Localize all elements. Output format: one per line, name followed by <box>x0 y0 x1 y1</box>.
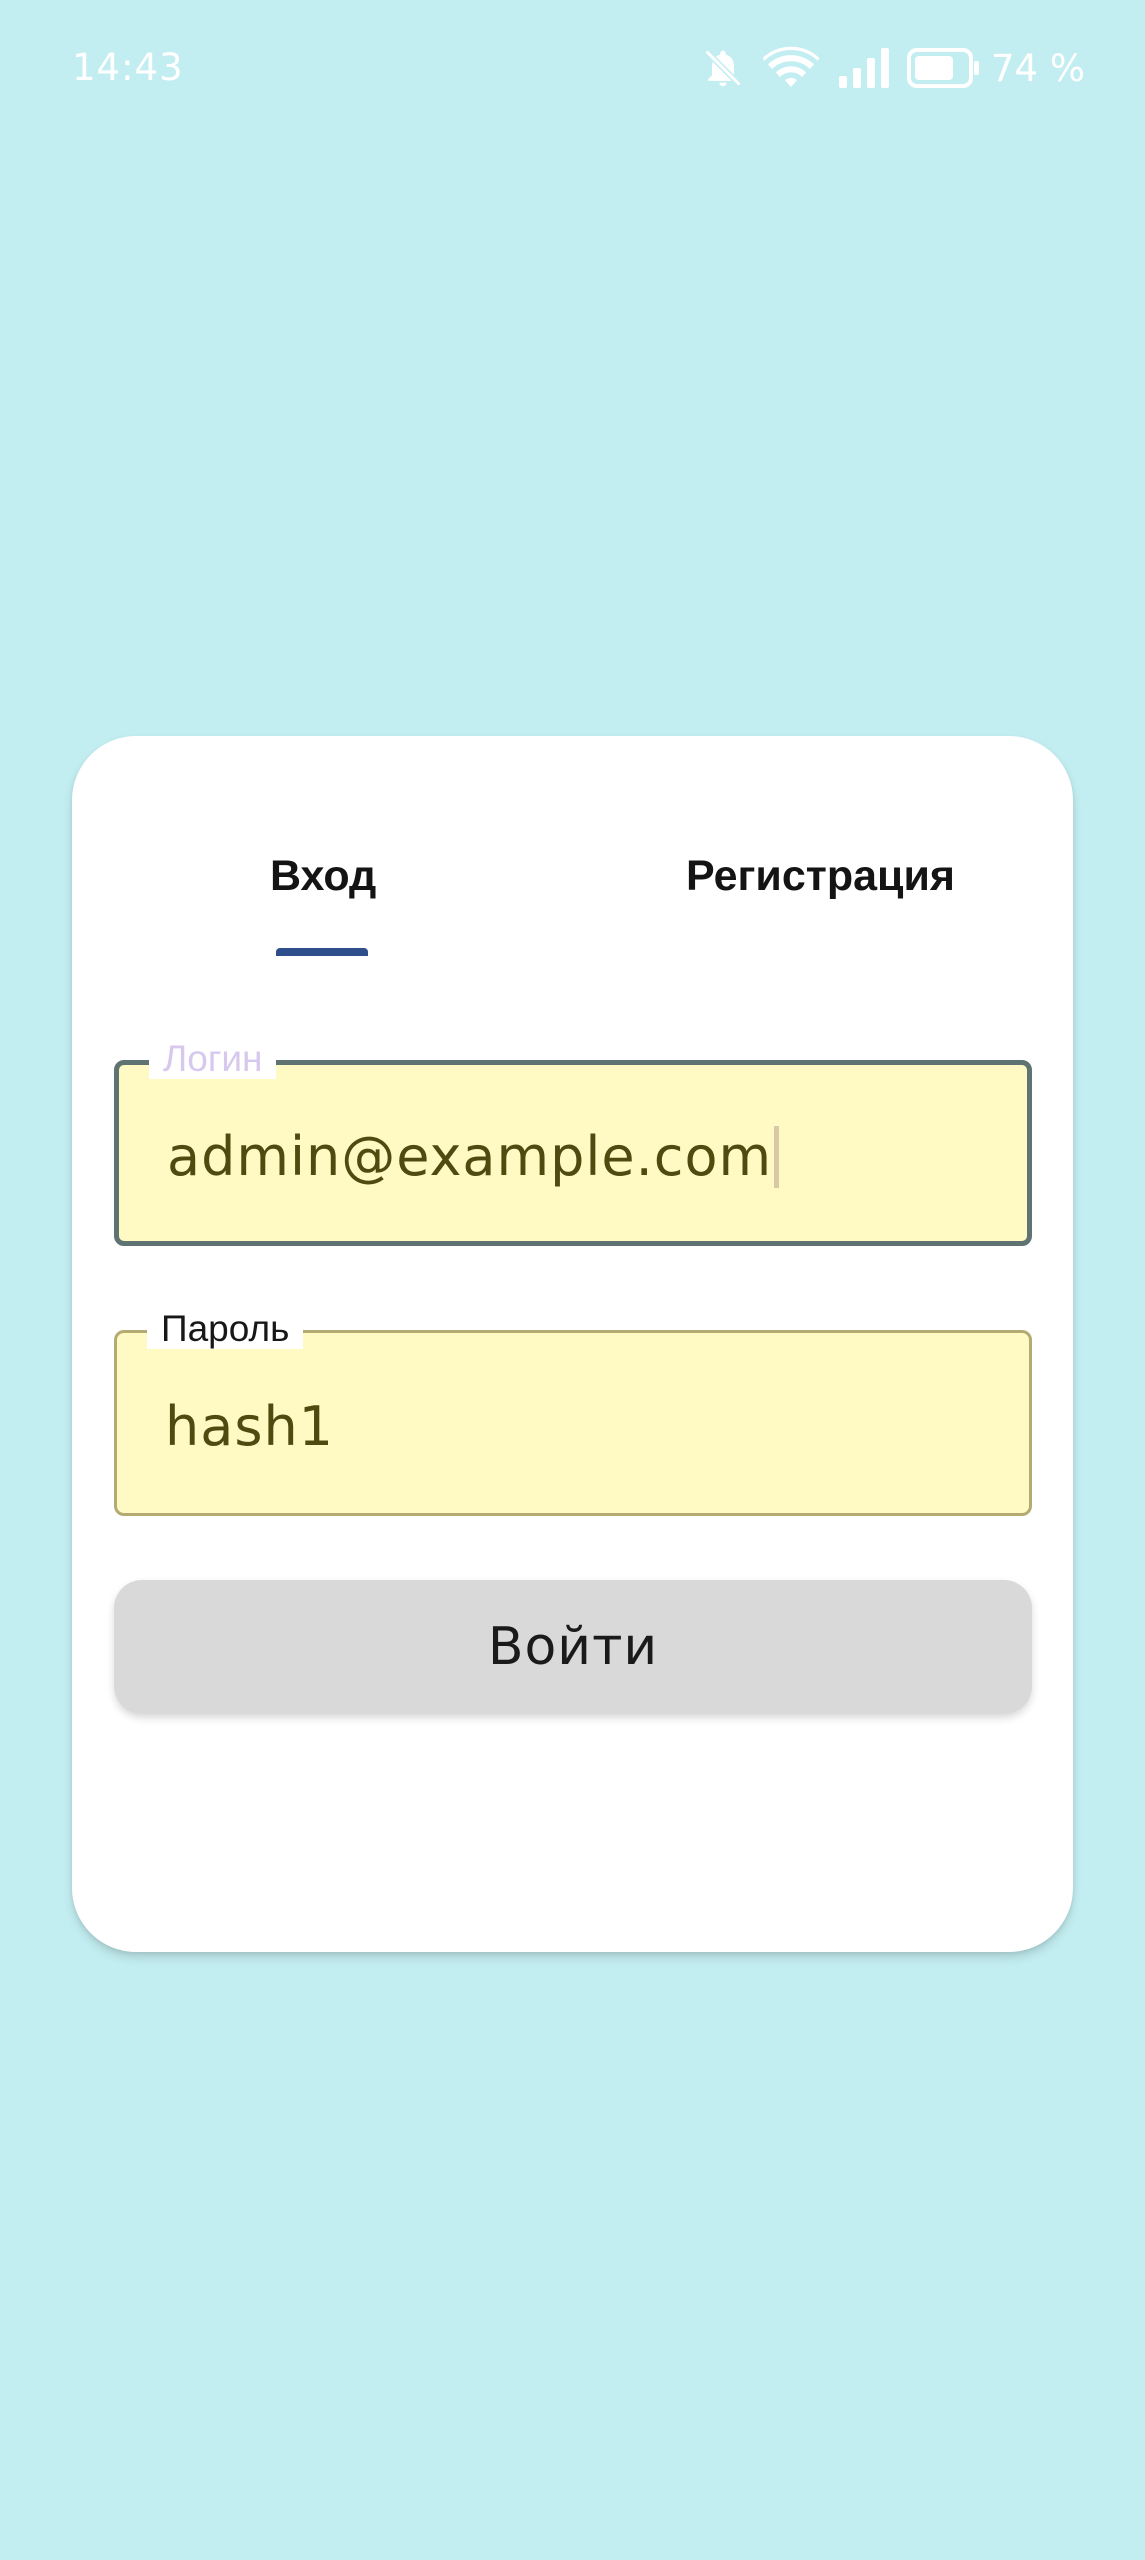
status-icons: 74 % <box>683 44 1085 92</box>
battery-percentage: 74 % <box>991 46 1085 90</box>
bell-off-icon <box>704 49 742 87</box>
auth-card: Вход Регистрация Логин admin@example.com… <box>72 736 1073 1952</box>
password-field-label: Пароль <box>147 1309 304 1349</box>
active-tab-indicator <box>276 948 368 956</box>
login-field-value: admin@example.com <box>167 1125 773 1188</box>
login-screen: 14:43 74 % Вход Регистрация Логин admin@… <box>0 0 1145 2560</box>
text-cursor <box>774 1125 780 1188</box>
tab-login[interactable]: Вход <box>270 852 376 901</box>
login-field-value-wrap: admin@example.com <box>167 1125 780 1188</box>
wifi-icon <box>763 46 819 87</box>
password-field-value-wrap: hash1 <box>165 1395 334 1458</box>
battery-icon <box>907 48 979 88</box>
signal-icon <box>839 48 889 88</box>
tab-register[interactable]: Регистрация <box>686 852 955 901</box>
password-field[interactable]: Пароль hash1 <box>114 1309 1032 1516</box>
status-time: 14:43 <box>72 46 184 89</box>
status-bar: 14:43 74 % <box>0 0 1145 140</box>
login-field-label: Логин <box>149 1039 277 1079</box>
login-button[interactable]: Войти <box>114 1580 1032 1714</box>
password-field-value: hash1 <box>165 1395 335 1458</box>
login-field[interactable]: Логин admin@example.com <box>114 1039 1032 1246</box>
